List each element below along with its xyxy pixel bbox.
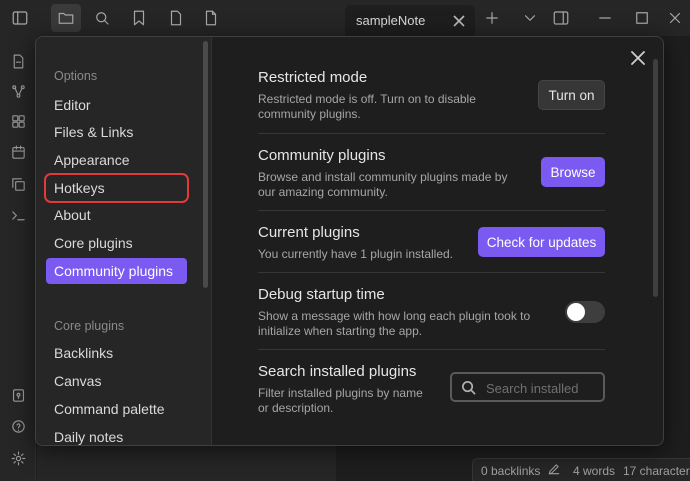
nav-item-about[interactable]: About xyxy=(46,202,187,228)
desc-line: Browse and install community plugins mad… xyxy=(258,170,508,184)
setting-description: You currently have 1 plugin installed. xyxy=(258,247,453,262)
nav-item-canvas[interactable]: Canvas xyxy=(46,368,187,394)
nav-item-files-links[interactable]: Files & Links xyxy=(46,119,187,145)
desc-line: Filter installed plugins by name xyxy=(258,386,423,400)
pencil-icon[interactable] xyxy=(547,462,561,481)
setting-title: Restricted mode xyxy=(258,69,368,86)
copy-icon[interactable] xyxy=(8,174,28,194)
nav-item-hotkeys[interactable]: Hotkeys xyxy=(44,173,189,203)
calendar-icon[interactable] xyxy=(8,142,28,162)
setting-search-installed-plugins: Search installed plugins Filter installe… xyxy=(258,349,605,429)
settings-modal: Options Editor Files & Links Appearance … xyxy=(35,36,664,446)
desc-line: community plugins. xyxy=(258,107,361,121)
help-icon[interactable] xyxy=(8,416,28,436)
desc-line: our amazing community. xyxy=(258,185,388,199)
folder-icon[interactable] xyxy=(51,4,81,32)
open-quick-switcher-icon[interactable] xyxy=(8,51,28,71)
search-icon[interactable] xyxy=(91,7,113,29)
settings-gear-icon[interactable] xyxy=(8,448,28,468)
turn-on-button[interactable]: Turn on xyxy=(538,80,605,110)
left-ribbon xyxy=(0,36,36,481)
word-count: 4 words xyxy=(573,464,616,478)
close-icon[interactable] xyxy=(449,11,469,31)
setting-current-plugins: Current plugins You currently have 1 plu… xyxy=(258,210,605,272)
setting-community-plugins: Community plugins Browse and install com… xyxy=(258,133,605,210)
desc-line: Show a message with how long each plugin… xyxy=(258,309,531,323)
setting-description: Filter installed plugins by name or desc… xyxy=(258,386,423,416)
desc-line: You currently have 1 plugin installed. xyxy=(258,247,454,261)
check-for-updates-button[interactable]: Check for updates xyxy=(478,227,605,257)
setting-debug-startup-time: Debug startup time Show a message with h… xyxy=(258,272,605,349)
setting-title: Search installed plugins xyxy=(258,363,417,380)
plus-icon[interactable] xyxy=(481,7,503,29)
setting-description: Show a message with how long each plugin… xyxy=(258,309,530,339)
bookmark-icon[interactable] xyxy=(128,7,150,29)
file-icon[interactable] xyxy=(200,7,222,29)
setting-restricted-mode: Restricted mode Restricted mode is off. … xyxy=(258,67,605,133)
file-icon[interactable] xyxy=(165,7,187,29)
tab-title: sampleNote xyxy=(356,13,426,28)
nav-item-daily-notes[interactable]: Daily notes xyxy=(46,424,187,445)
vault-icon[interactable] xyxy=(8,385,28,405)
nav-item-command-palette[interactable]: Command palette xyxy=(46,396,187,422)
desc-line: Restricted mode is off. Turn on to disab… xyxy=(258,92,476,106)
debug-startup-toggle[interactable] xyxy=(565,301,605,323)
sidebar-toggle-icon[interactable] xyxy=(9,7,31,29)
desc-line: or description. xyxy=(258,401,334,415)
search-icon xyxy=(462,381,476,395)
main-scrollbar[interactable] xyxy=(653,59,658,297)
nav-item-editor[interactable]: Editor xyxy=(46,92,187,118)
minimize-icon[interactable] xyxy=(594,7,616,29)
setting-description: Browse and install community plugins mad… xyxy=(258,170,507,200)
title-bar: sampleNote xyxy=(0,0,690,36)
setting-title: Debug startup time xyxy=(258,286,385,303)
sidebar-scrollbar[interactable] xyxy=(203,41,208,288)
settings-sidebar: Options Editor Files & Links Appearance … xyxy=(36,37,212,445)
nav-item-backlinks[interactable]: Backlinks xyxy=(46,340,187,366)
canvas-icon[interactable] xyxy=(8,111,28,131)
nav-item-core-plugins[interactable]: Core plugins xyxy=(46,230,187,256)
right-sidebar-toggle-icon[interactable] xyxy=(550,7,572,29)
nav-item-community-plugins[interactable]: Community plugins xyxy=(46,258,187,284)
setting-description: Restricted mode is off. Turn on to disab… xyxy=(258,92,476,122)
chevron-down-icon[interactable] xyxy=(519,7,541,29)
desc-line: initialize when starting the app. xyxy=(258,324,423,338)
tab-samplenote[interactable]: sampleNote xyxy=(345,5,475,36)
status-bar: 0 backlinks 4 words 17 characters xyxy=(472,458,690,481)
search-installed-box[interactable] xyxy=(450,372,605,402)
toggle-knob xyxy=(567,303,585,321)
search-installed-input[interactable] xyxy=(486,378,598,398)
window-close-icon[interactable] xyxy=(664,7,686,29)
modal-close-icon[interactable] xyxy=(627,47,649,69)
backlinks-count[interactable]: 0 backlinks xyxy=(481,464,540,478)
setting-title: Current plugins xyxy=(258,224,360,241)
browse-button[interactable]: Browse xyxy=(541,157,605,187)
terminal-icon[interactable] xyxy=(8,205,28,225)
setting-title: Community plugins xyxy=(258,147,386,164)
character-count: 17 characters xyxy=(623,464,690,478)
nav-item-appearance[interactable]: Appearance xyxy=(46,147,187,173)
maximize-icon[interactable] xyxy=(631,7,653,29)
graph-view-icon[interactable] xyxy=(8,81,28,101)
options-header: Options xyxy=(54,69,98,83)
core-plugins-header: Core plugins xyxy=(54,319,125,333)
